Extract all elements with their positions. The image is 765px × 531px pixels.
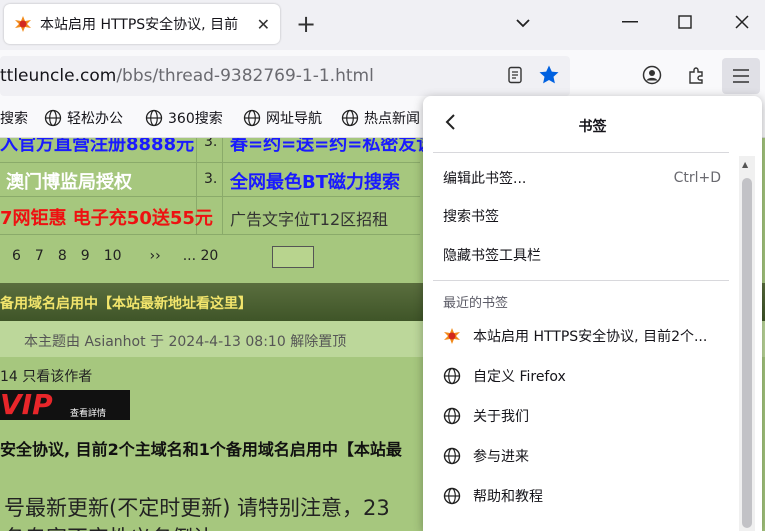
app-menu-button[interactable] — [722, 58, 760, 94]
account-icon[interactable] — [641, 64, 663, 86]
reader-view-icon[interactable] — [504, 64, 526, 86]
tab-bar: 本站启用 HTTPS安全协议, 目前 ✕ + — [0, 0, 765, 50]
post-body-line: 号最新更新(不定时更新) 请特别注意，23 — [4, 496, 390, 520]
menu-item-label: 搜索书签 — [443, 209, 499, 225]
url-host: ttleuncle.com — [0, 66, 117, 86]
table-divider — [222, 138, 223, 234]
bookmarks-panel: 书签 编辑此书签... Ctrl+D 搜索书签 隐藏书签工具栏 最近的书签 本站… — [423, 96, 762, 531]
ad-link[interactable]: 7网钜惠 电子充50送55元 — [0, 204, 213, 238]
sticky-note-text: 本主题由 Asianhot 于 2024-4-13 08:10 解除置顶 — [24, 334, 347, 350]
scroll-up-icon[interactable]: ▲ — [742, 160, 748, 169]
url-text[interactable]: ttleuncle.com/bbs/thread-9382769-1-1.htm… — [0, 66, 374, 86]
bookmark-item[interactable]: 网址导航 — [243, 108, 322, 128]
shortcut-label: Ctrl+D — [673, 170, 721, 186]
panel-scrollbar[interactable]: ▲ — [739, 156, 755, 531]
bookmark-label: 轻松办公 — [67, 111, 123, 127]
active-tab[interactable]: 本站启用 HTTPS安全协议, 目前 ✕ — [4, 4, 280, 44]
page-link[interactable]: 8 — [58, 248, 67, 264]
menu-item-label: 隐藏书签工具栏 — [443, 248, 541, 264]
bookmark-label: 网址导航 — [266, 111, 322, 127]
globe-icon — [443, 487, 461, 505]
post-meta[interactable]: 14 只看该作者 — [0, 366, 92, 386]
extensions-icon[interactable] — [686, 64, 708, 86]
bookmark-label: 热点新闻 — [364, 111, 420, 127]
scrollbar-thumb[interactable] — [742, 178, 752, 528]
globe-icon — [145, 109, 163, 127]
site-favicon-icon — [15, 16, 31, 32]
hamburger-menu-icon — [733, 69, 749, 83]
page-link[interactable]: 10 — [104, 248, 122, 264]
bookmark-item[interactable]: 热点新闻 — [341, 108, 420, 128]
recent-bookmark-item[interactable]: 帮助和教程 — [433, 478, 731, 514]
post-body-line: 各专家不定性义务倒让 — [4, 522, 214, 531]
bookmark-label: 关于我们 — [473, 409, 529, 425]
ad-number: 3. — [204, 171, 218, 187]
vip-banner[interactable]: VIP 查看詳情 — [0, 388, 130, 421]
bookmark-item[interactable]: 搜索 — [0, 108, 28, 128]
recent-bookmark-item[interactable]: 本站启用 HTTPS安全协议, 目前2个... — [433, 318, 731, 354]
maximize-icon[interactable] — [678, 15, 692, 29]
pagination: 6 7 8 9 10 ›› ... 20 — [12, 248, 232, 264]
divider — [433, 280, 729, 281]
bookmark-item[interactable]: 轻松办公 — [44, 108, 123, 128]
recent-bookmark-item[interactable]: 关于我们 — [433, 398, 731, 434]
post-headline: 安全协议, 目前2个主域名和1个备用域名启用中【本站最 — [0, 440, 402, 459]
tab-title: 本站启用 HTTPS安全协议, 目前 — [40, 17, 239, 33]
bookmark-label: 帮助和教程 — [473, 489, 543, 505]
window-close-icon[interactable] — [735, 15, 749, 29]
panel-header: 书签 — [423, 96, 762, 152]
edit-bookmark-item[interactable]: 编辑此书签... Ctrl+D — [433, 160, 731, 196]
globe-icon — [443, 407, 461, 425]
page-link[interactable]: ... 20 — [183, 248, 219, 264]
ad-number: 3. — [204, 138, 218, 150]
panel-title: 书签 — [578, 119, 607, 135]
page-jump-input[interactable] — [272, 246, 314, 268]
bookmark-star-icon[interactable] — [538, 64, 560, 86]
menu-item-label: 编辑此书签... — [443, 171, 527, 187]
page-link[interactable]: 9 — [81, 248, 90, 264]
recent-bookmarks-label: 最近的书签 — [443, 296, 509, 311]
bookmark-label: 360搜索 — [168, 111, 223, 127]
ad-link[interactable]: 入官方直营注册8888元 — [0, 138, 194, 164]
search-bookmarks-item[interactable]: 搜索书签 — [433, 198, 731, 234]
globe-icon — [341, 109, 359, 127]
bookmark-label: 自定义 Firefox — [473, 369, 566, 385]
bookmark-label: 本站启用 HTTPS安全协议, 目前2个... — [473, 329, 708, 345]
globe-icon — [243, 109, 261, 127]
bookmark-label: 参与进来 — [473, 449, 529, 465]
recent-bookmark-item[interactable]: 参与进来 — [433, 438, 731, 474]
ad-link[interactable]: 春=约=送=约=私密友谈 — [230, 138, 434, 164]
site-favicon-icon — [444, 328, 460, 344]
tab-close-icon[interactable]: ✕ — [257, 15, 270, 34]
ad-link[interactable]: 澳门博监局授权 — [6, 168, 132, 202]
globe-icon — [44, 109, 62, 127]
bookmark-label: 搜索 — [0, 111, 28, 127]
minimize-icon[interactable] — [622, 20, 638, 24]
hide-bookmarks-toolbar-item[interactable]: 隐藏书签工具栏 — [433, 237, 731, 273]
tab-list-chevron-icon[interactable] — [514, 14, 532, 32]
page-link[interactable]: 6 — [12, 248, 21, 264]
bookmark-item[interactable]: 360搜索 — [145, 108, 223, 128]
navigation-bar: ttleuncle.com/bbs/thread-9382769-1-1.htm… — [0, 50, 765, 96]
globe-icon — [443, 367, 461, 385]
page-link[interactable]: ›› — [150, 248, 161, 264]
vip-text: VIP — [0, 388, 53, 421]
new-tab-button[interactable]: + — [296, 10, 316, 38]
notice-link[interactable]: 备用域名启用中【本站最新地址看这里】 — [0, 293, 252, 313]
recent-bookmark-item[interactable]: 自定义 Firefox — [433, 358, 731, 394]
page-link[interactable]: 7 — [35, 248, 44, 264]
url-path: /bbs/thread-9382769-1-1.html — [116, 66, 374, 86]
vip-subtext: 查看詳情 — [70, 409, 107, 419]
divider — [433, 152, 729, 153]
globe-icon — [443, 447, 461, 465]
ad-link[interactable]: 广告文字位T12区招租 — [230, 206, 388, 240]
ad-link[interactable]: 全网最色BT磁力搜索 — [230, 168, 400, 202]
